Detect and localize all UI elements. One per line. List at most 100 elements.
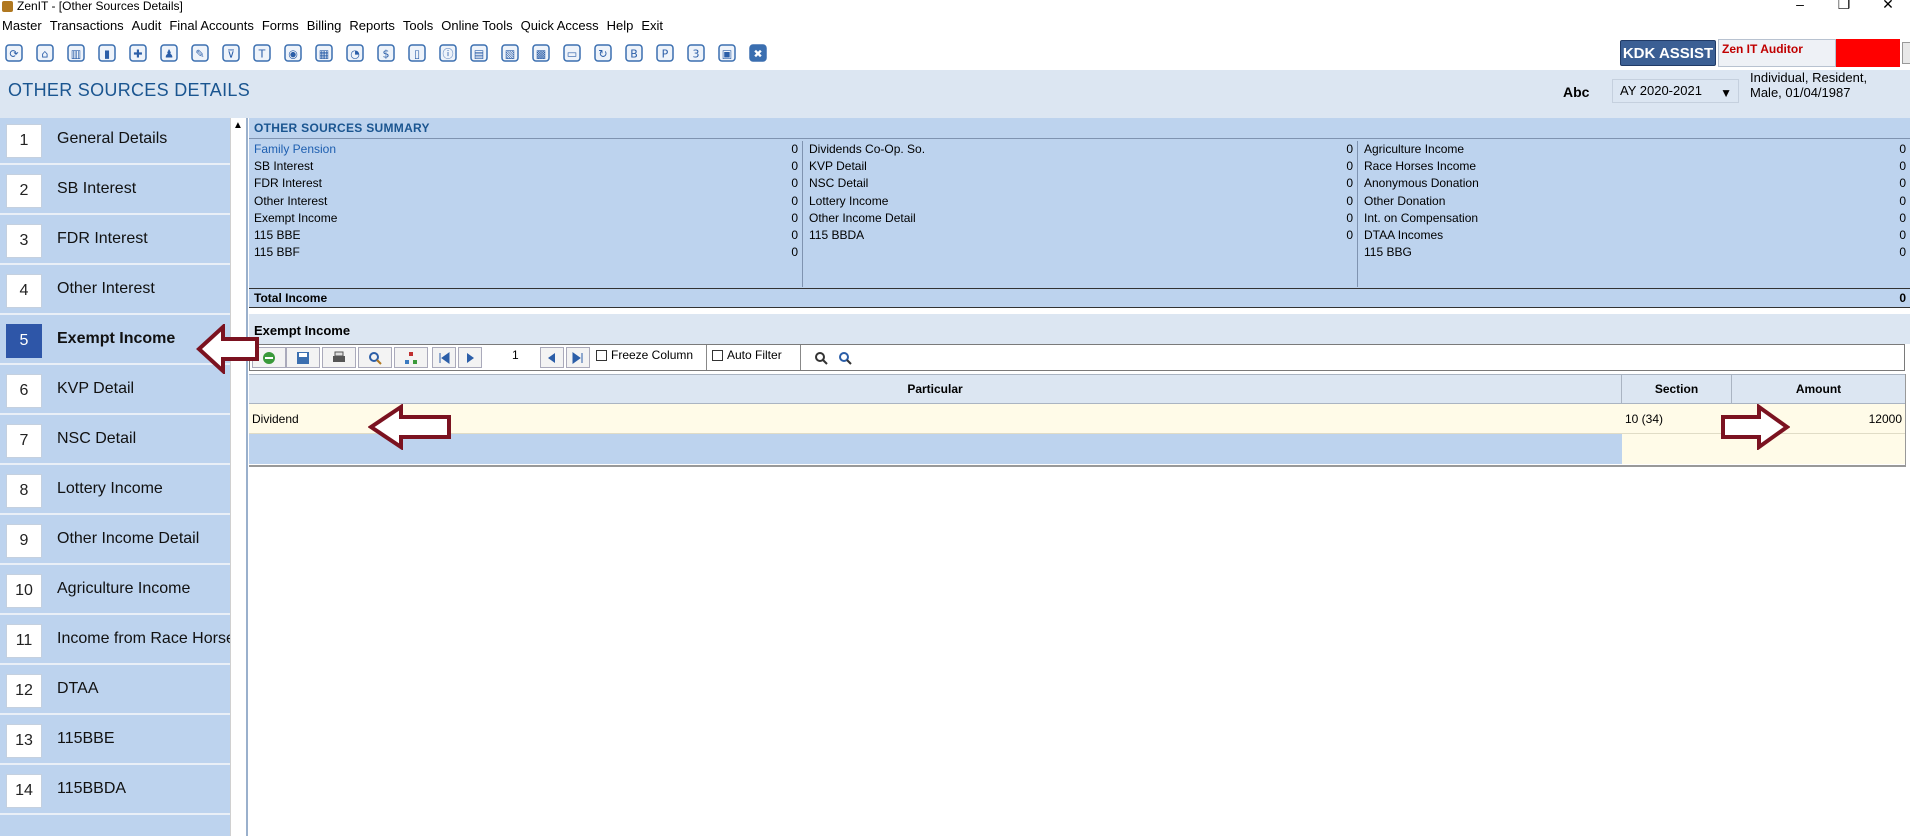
summary-row-115-bbda[interactable]: 115 BBDA 0 [804,227,1357,244]
find-icon[interactable] [810,347,832,368]
cell-section[interactable]: 10 (34) [1625,404,1729,434]
menu-item-transactions[interactable]: Transactions [48,16,130,35]
menu-item-billing[interactable]: Billing [305,16,348,35]
sidebar-item-dtaa[interactable]: 12 DTAA [0,666,230,715]
checkbox-icon[interactable] [596,349,607,361]
calculator-icon[interactable]: ▦ [310,42,337,64]
users-icon[interactable]: ♟ [155,42,182,64]
sidebar-item-sb-interest[interactable]: 2 SB Interest [0,166,230,215]
sidebar-scrollbar[interactable]: ▲ [230,118,246,836]
scroll-up-icon[interactable]: ▲ [233,120,243,131]
close-window-button[interactable]: ✕ [1870,0,1906,13]
menu-item-final-accounts[interactable]: Final Accounts [167,16,260,35]
menu-item-tools[interactable]: Tools [401,16,439,35]
eye-icon[interactable]: ◉ [279,42,306,64]
cell-particular-empty[interactable] [249,434,1622,464]
table-row-new[interactable] [249,434,1905,464]
freeze-column-checkbox[interactable]: Freeze Column [596,348,693,362]
menu-item-exit[interactable]: Exit [639,16,669,35]
calendar-icon[interactable]: ▩ [527,42,554,64]
next-page-icon[interactable] [458,347,482,368]
summary-row-115-bbe[interactable]: 115 BBE 0 [249,227,802,244]
menu-item-help[interactable]: Help [605,16,640,35]
cell-section-empty[interactable] [1622,434,1732,464]
menu-item-quick-access[interactable]: Quick Access [519,16,605,35]
summary-row-other-income-detail[interactable]: Other Income Detail 0 [804,210,1357,227]
tree-icon[interactable] [394,347,428,368]
summary-row-lottery-income[interactable]: Lottery Income 0 [804,193,1357,210]
bar-chart-icon[interactable]: ▮ [93,42,120,64]
minimize-button[interactable]: – [1782,0,1818,13]
sidebar-item-other-income-detail[interactable]: 9 Other Income Detail [0,516,230,565]
menu-item-master[interactable]: Master [0,16,48,35]
column-header-section[interactable]: Section [1622,375,1732,403]
summary-row-exempt-income[interactable]: Exempt Income 0 [249,210,802,227]
prev-page-icon[interactable] [540,347,564,368]
cell-particular[interactable]: Dividend [252,404,1620,434]
menu-item-reports[interactable]: Reports [347,16,401,35]
tools-icon[interactable]: ✎ [186,42,213,64]
summary-row-agriculture-income[interactable]: Agriculture Income 0 [1359,141,1910,158]
gift-icon[interactable]: ✚ [124,42,151,64]
summary-row-other-interest[interactable]: Other Interest 0 [249,193,802,210]
assessment-year-select[interactable]: AY 2020-2021 ▼ [1612,79,1739,103]
sidebar-item-agriculture-income[interactable]: 10 Agriculture Income [0,566,230,615]
menu-item-audit[interactable]: Audit [130,16,168,35]
checkbox-icon[interactable] [712,349,723,361]
save-icon[interactable] [286,347,320,368]
column-header-particular[interactable]: Particular [249,375,1622,403]
find-next-icon[interactable] [834,347,856,368]
home-icon[interactable]: ⌂ [31,42,58,64]
sidebar-item-general-details[interactable]: 1 General Details [0,116,230,165]
sidebar-item-other-interest[interactable]: 4 Other Interest [0,266,230,315]
folder-add-icon[interactable]: ▭ [558,42,585,64]
summary-row-fdr-interest[interactable]: FDR Interest 0 [249,175,802,192]
sidebar-item-nsc-detail[interactable]: 7 NSC Detail [0,416,230,465]
summary-row-dtaa-incomes[interactable]: DTAA Incomes 0 [1359,227,1910,244]
summary-row-int-on-compensation[interactable]: Int. on Compensation 0 [1359,210,1910,227]
filter-icon[interactable]: ⊽ [217,42,244,64]
search-icon[interactable] [358,347,392,368]
sidebar-item-income-from-race-horse[interactable]: 11 Income from Race Horse [0,616,230,665]
summary-row-other-donation[interactable]: Other Donation 0 [1359,193,1910,210]
info-icon[interactable]: ⓘ [434,42,461,64]
auto-filter-checkbox[interactable]: Auto Filter [712,348,782,362]
3cd-icon[interactable]: 3 [682,42,709,64]
column-header-amount[interactable]: Amount [1732,375,1905,403]
bs-icon[interactable]: B [620,42,647,64]
sidebar-item-fdr-interest[interactable]: 3 FDR Interest [0,216,230,265]
pay-icon[interactable]: $ [372,42,399,64]
menu-item-forms[interactable]: Forms [260,16,305,35]
book-icon[interactable]: ▯ [403,42,430,64]
summary-row-family-pension[interactable]: Family Pension 0 [249,141,802,158]
edge-tab[interactable] [1902,42,1910,64]
building-icon[interactable]: ▥ [62,42,89,64]
last-page-icon[interactable] [566,347,590,368]
pie-chart-icon[interactable]: ◔ [341,42,368,64]
document-icon[interactable]: ▤ [465,42,492,64]
report-icon[interactable]: ▣ [713,42,740,64]
tax-icon[interactable]: T [248,42,275,64]
reload-icon[interactable]: ⟳ [0,42,27,64]
summary-row-kvp-detail[interactable]: KVP Detail 0 [804,158,1357,175]
first-page-icon[interactable] [432,347,456,368]
auditor-field[interactable]: Zen IT Auditor [1718,39,1836,67]
document-edit-icon[interactable]: ▧ [496,42,523,64]
kdk-assist-button[interactable]: KDK ASSIST [1620,40,1716,66]
chevron-down-icon[interactable]: ▼ [1720,82,1732,104]
print-icon[interactable] [322,347,356,368]
sidebar-item-115bbda[interactable]: 14 115BBDA [0,766,230,815]
summary-row-115-bbf[interactable]: 115 BBF 0 [249,244,802,261]
sidebar-item-115bbe[interactable]: 13 115BBE [0,716,230,765]
refresh-icon[interactable]: ↻ [589,42,616,64]
table-row[interactable]: Dividend 10 (34) 12000 [249,404,1905,434]
close-circle-icon[interactable]: ✖ [744,42,771,64]
summary-row-race-horses-income[interactable]: Race Horses Income 0 [1359,158,1910,175]
summary-row-sb-interest[interactable]: SB Interest 0 [249,158,802,175]
summary-row-dividends-co-op-so-[interactable]: Dividends Co-Op. So. 0 [804,141,1357,158]
sidebar-item-lottery-income[interactable]: 8 Lottery Income [0,466,230,515]
pdf-icon[interactable]: P [651,42,678,64]
summary-row-anonymous-donation[interactable]: Anonymous Donation 0 [1359,175,1910,192]
summary-row-115-bbg[interactable]: 115 BBG 0 [1359,244,1910,261]
restore-button[interactable]: ❐ [1826,0,1862,13]
